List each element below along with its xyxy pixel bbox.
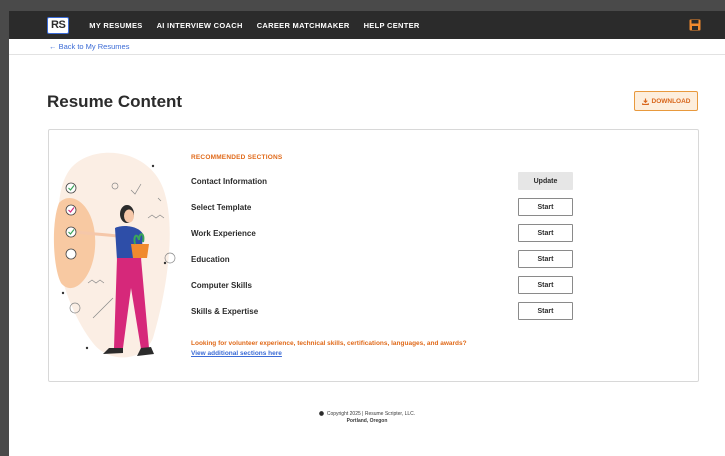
education-start-button[interactable]: Start: [518, 250, 573, 268]
download-icon: [641, 97, 649, 105]
view-additional-sections-link[interactable]: View additional sections here: [191, 350, 282, 357]
page-title: Resume Content: [47, 92, 183, 111]
rs-logo[interactable]: RS: [47, 16, 70, 34]
browser-window: RS MY RESUMES AI INTERVIEW COACH CAREER …: [9, 11, 725, 456]
section-row-select-template: Select Template Start: [191, 198, 573, 216]
nav-ai-interview-coach[interactable]: AI INTERVIEW COACH: [157, 21, 243, 30]
section-row-skills-expertise: Skills & Expertise Start: [191, 302, 573, 320]
back-to-resumes-link[interactable]: ← Back to My Resumes: [49, 42, 129, 51]
section-row-education: Education Start: [191, 250, 573, 268]
contact-information-update-button[interactable]: Update: [518, 172, 573, 190]
work-experience-start-button[interactable]: Start: [518, 224, 573, 242]
nav-help-center[interactable]: HELP CENTER: [364, 21, 420, 30]
sub-navbar: ← Back to My Resumes: [9, 39, 725, 55]
section-row-contact-information: Contact Information Update: [191, 172, 573, 190]
page-footer: Copyright 2025 | Resume Scripter, LLC. P…: [9, 411, 725, 425]
recommended-sections-header: RECOMMENDED SECTIONS: [191, 154, 283, 161]
section-label: Skills & Expertise: [191, 306, 259, 316]
person-checklist-illustration: [53, 152, 176, 358]
nav-my-resumes[interactable]: MY RESUMES: [89, 21, 142, 30]
computer-skills-start-button[interactable]: Start: [518, 276, 573, 294]
download-button[interactable]: DOWNLOAD: [634, 91, 698, 111]
skills-expertise-start-button[interactable]: Start: [518, 302, 573, 320]
section-label: Contact Information: [191, 176, 267, 186]
section-label: Select Template: [191, 202, 252, 212]
section-label: Work Experience: [191, 228, 256, 238]
section-label: Computer Skills: [191, 280, 252, 290]
section-row-work-experience: Work Experience Start: [191, 224, 573, 242]
additional-sections-prompt: Looking for volunteer experience, techni…: [191, 340, 467, 347]
copyright-logo-icon: [319, 411, 324, 417]
select-template-start-button[interactable]: Start: [518, 198, 573, 216]
copyright-text: Copyright 2025 | Resume Scripter, LLC.: [326, 411, 416, 417]
section-row-computer-skills: Computer Skills Start: [191, 276, 573, 294]
download-label: DOWNLOAD: [651, 97, 691, 105]
floppy-disk-icon[interactable]: [689, 19, 701, 31]
nav-career-matchmaker[interactable]: CAREER MATCHMAKER: [257, 21, 350, 30]
top-navbar: RS MY RESUMES AI INTERVIEW COACH CAREER …: [9, 11, 725, 39]
resume-sections-card: RECOMMENDED SECTIONS Contact Information…: [48, 129, 699, 382]
footer-location: Portland, Oregon: [346, 418, 388, 424]
section-label: Education: [191, 254, 230, 264]
